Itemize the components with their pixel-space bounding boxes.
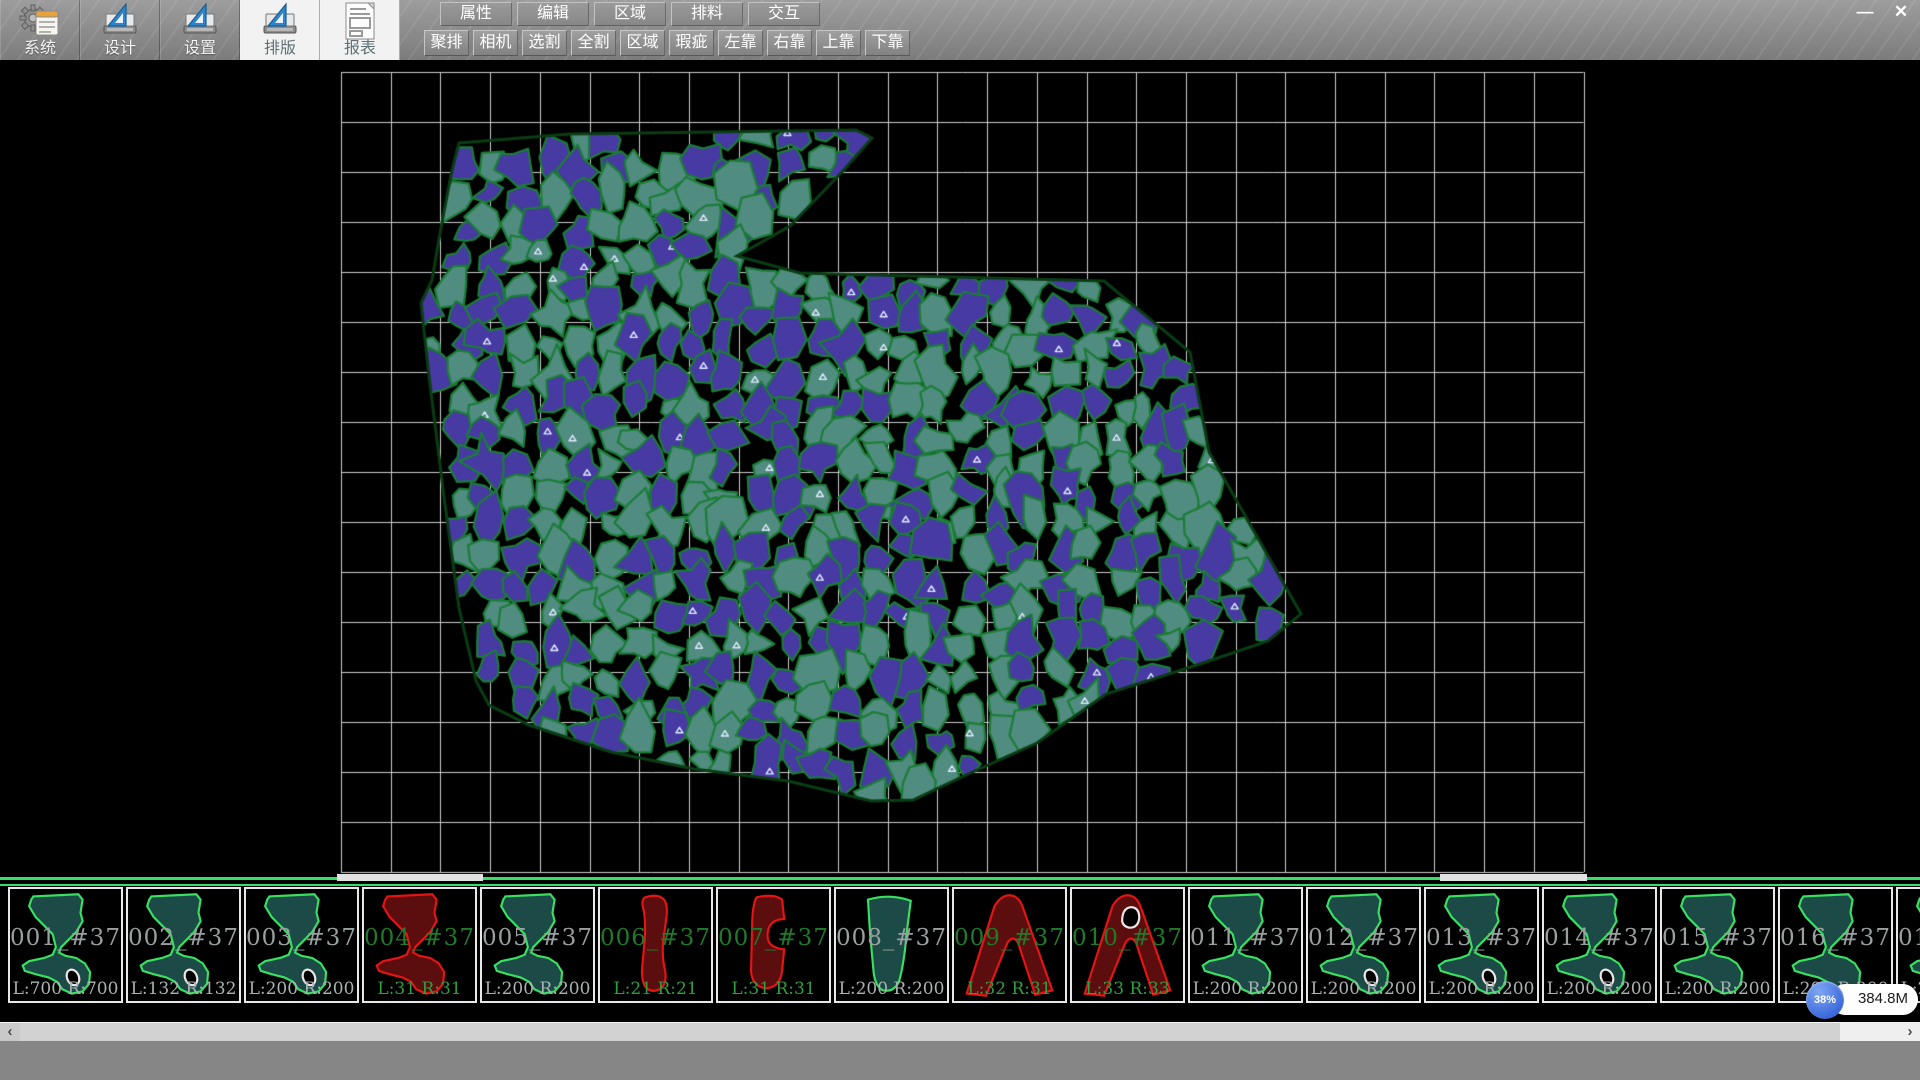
part-id-label: 006_#37 <box>600 925 711 951</box>
part-id-label: 015_#37 <box>1662 925 1773 951</box>
main-button-2[interactable]: 设置 <box>160 0 240 60</box>
part-thumbnail-11[interactable]: 012_#37 L:200 R:200 <box>1306 887 1421 1003</box>
tool-button-1[interactable]: 相机 <box>473 30 518 56</box>
tool-button-6[interactable]: 左靠 <box>718 30 763 56</box>
part-id-label: 009_#37 <box>954 925 1065 951</box>
report-doc-icon <box>334 2 386 40</box>
part-id-label: 002_#37 <box>128 925 239 951</box>
part-thumbnail-12[interactable]: 013_#37 L:200 R:200 <box>1424 887 1539 1003</box>
menu-tab-3[interactable]: 排料 <box>671 2 743 26</box>
main-button-label: 系统 <box>24 40 56 58</box>
tool-button-5[interactable]: 瑕疵 <box>669 30 714 56</box>
part-thumbnail-4[interactable]: 005_#37 L:200 R:200 <box>480 887 595 1003</box>
canvas-scroll-segment-right <box>1440 874 1587 881</box>
main-button-label: 设置 <box>184 40 216 58</box>
tool-button-8[interactable]: 上靠 <box>816 30 861 56</box>
part-thumbnail-3[interactable]: 004_#37 L:31 R:31 <box>362 887 477 1003</box>
part-id-label: 013_#37 <box>1426 925 1537 951</box>
part-id-label: 011_#37 <box>1190 925 1301 951</box>
part-lr-label: L:200 R:200 <box>246 979 357 999</box>
part-thumbnail-7[interactable]: 008_#37 L:200 R:200 <box>834 887 949 1003</box>
main-button-3[interactable]: 排版 <box>240 0 320 60</box>
part-id-label: 016_#37 <box>1780 925 1891 951</box>
canvas-scroll-segment-left <box>337 874 483 881</box>
part-id-label: 010_#37 <box>1072 925 1183 951</box>
part-id-label: 012_#37 <box>1308 925 1419 951</box>
menu-tab-4[interactable]: 交互 <box>748 2 820 26</box>
part-thumbnail-10[interactable]: 011_#37 L:200 R:200 <box>1188 887 1303 1003</box>
part-lr-label: L:32 R:31 <box>954 979 1065 999</box>
part-thumbnail-5[interactable]: 006_#37 L:21 R:21 <box>598 887 713 1003</box>
part-thumbnail-1[interactable]: 002_#37 L:132 R:132 <box>126 887 241 1003</box>
part-id-label: 008_#37 <box>836 925 947 951</box>
minimize-button[interactable]: — <box>1852 2 1878 22</box>
horizontal-scrollbar[interactable]: ‹ › <box>0 1022 1920 1041</box>
scroll-left-arrow[interactable]: ‹ <box>0 1023 20 1041</box>
part-lr-label: L:200 R:200 <box>1308 979 1419 999</box>
system-gear-icon <box>14 2 66 40</box>
part-lr-label: L:21 R:21 <box>600 979 711 999</box>
part-lr-label: L:700 R:700 <box>10 979 121 999</box>
part-lr-label: L:200 R:200 <box>1544 979 1655 999</box>
progress-percent: 38% <box>1814 994 1836 1006</box>
main-button-1[interactable]: 设计 <box>80 0 160 60</box>
status-bar <box>0 1041 1920 1080</box>
strip-separator-line-thin <box>0 884 1920 886</box>
main-button-label: 排版 <box>264 40 296 58</box>
part-id-label: 017_#37 <box>1898 925 1920 951</box>
tool-button-row: 聚排相机选割全割区域瑕疵左靠右靠上靠下靠 <box>424 30 910 56</box>
close-button[interactable]: ✕ <box>1888 2 1914 22</box>
toolbar: 系统设计设置排版报表 属性编辑区域排料交互 聚排相机选割全割区域瑕疵左靠右靠上靠… <box>0 0 1920 60</box>
settings-ruler-icon <box>174 2 226 40</box>
main-button-label: 报表 <box>344 40 376 58</box>
main-button-0[interactable]: 系统 <box>0 0 80 60</box>
part-id-label: 005_#37 <box>482 925 593 951</box>
part-lr-label: L:200 R:200 <box>836 979 947 999</box>
part-thumbnail-14[interactable]: 015_#37 L:200 R:200 <box>1660 887 1775 1003</box>
part-thumbnail-0[interactable]: 001_#37 L:700 R:700 <box>8 887 123 1003</box>
tool-button-9[interactable]: 下靠 <box>865 30 910 56</box>
design-ruler-icon <box>94 2 146 40</box>
menu-tab-0[interactable]: 属性 <box>440 2 512 26</box>
part-lr-label: L:132 R:132 <box>128 979 239 999</box>
tool-button-7[interactable]: 右靠 <box>767 30 812 56</box>
part-lr-label: L:200 R:200 <box>1662 979 1773 999</box>
part-id-label: 003_#37 <box>246 925 357 951</box>
tool-button-4[interactable]: 区域 <box>620 30 665 56</box>
main-button-label: 设计 <box>104 40 136 58</box>
part-lr-label: L:200 R:200 <box>482 979 593 999</box>
part-lr-label: L:33 R:33 <box>1072 979 1183 999</box>
part-thumbnail-2[interactable]: 003_#37 L:200 R:200 <box>244 887 359 1003</box>
memory-value: 384.8M <box>1858 990 1908 1007</box>
memory-badge: 384.8M 38% <box>1806 981 1918 1019</box>
window-controls: — ✕ <box>1852 2 1914 22</box>
menu-tab-1[interactable]: 编辑 <box>517 2 589 26</box>
nesting-viewport-canvas[interactable] <box>0 60 1920 876</box>
main-button-4[interactable]: 报表 <box>320 0 400 60</box>
part-id-label: 001_#37 <box>10 925 121 951</box>
progress-circle: 38% <box>1806 981 1844 1019</box>
part-lr-label: L:200 R:200 <box>1426 979 1537 999</box>
tool-button-2[interactable]: 选割 <box>522 30 567 56</box>
menu-tab-row: 属性编辑区域排料交互 <box>440 2 820 26</box>
main-toolbar-buttons: 系统 设计 设置 排版 报表 <box>0 0 400 60</box>
part-lr-label: L:31 R:31 <box>718 979 829 999</box>
part-thumbnail-9[interactable]: 010_#37 L:33 R:33 <box>1070 887 1185 1003</box>
part-lr-label: L:31 R:31 <box>364 979 475 999</box>
part-lr-label: L:200 R:200 <box>1190 979 1301 999</box>
part-id-label: 004_#37 <box>364 925 475 951</box>
nesting-ruler-icon <box>254 2 306 40</box>
part-thumbnail-13[interactable]: 014_#37 L:200 R:200 <box>1542 887 1657 1003</box>
strip-separator-line <box>0 877 1920 880</box>
part-id-label: 014_#37 <box>1544 925 1655 951</box>
parts-strip: 001_#37L:700 R:700002_#37L:132 R:132003_… <box>0 887 1920 1004</box>
scroll-right-arrow[interactable]: › <box>1900 1023 1920 1041</box>
part-thumbnail-6[interactable]: 007_#37 L:31 R:31 <box>716 887 831 1003</box>
menu-tab-2[interactable]: 区域 <box>594 2 666 26</box>
part-id-label: 007_#37 <box>718 925 829 951</box>
tool-button-0[interactable]: 聚排 <box>424 30 469 56</box>
part-thumbnail-8[interactable]: 009_#37 L:32 R:31 <box>952 887 1067 1003</box>
tool-button-3[interactable]: 全割 <box>571 30 616 56</box>
